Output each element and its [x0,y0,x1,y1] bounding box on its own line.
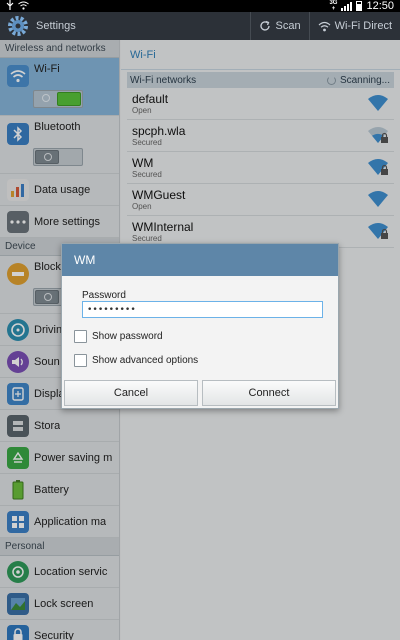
clock: 12:50 [366,0,394,12]
refresh-icon [260,20,271,31]
show-password-label: Show password [92,331,163,342]
status-bar: 3G + 12:50 [0,0,400,12]
wifi-status-icon [18,1,29,12]
dialog-title: WM [62,244,338,276]
wifi-direct-icon [318,21,330,31]
dialog-buttons: Cancel Connect [64,380,336,406]
show-advanced-checkbox[interactable] [74,354,87,367]
wifi-direct-label: Wi-Fi Direct [334,20,392,32]
scan-label: Scan [275,20,301,32]
password-label: Password [82,290,126,301]
password-field[interactable] [82,301,323,318]
usb-icon [6,0,14,12]
scan-button[interactable]: Scan [250,12,308,40]
action-bar: Settings Scan Wi-Fi Direct [0,12,400,40]
signal-strength-icon [341,1,353,11]
cancel-button[interactable]: Cancel [64,380,198,406]
show-password-row[interactable]: Show password [74,330,163,343]
connect-button[interactable]: Connect [202,380,336,406]
show-password-checkbox[interactable] [74,330,87,343]
app-title: Settings [36,20,76,32]
battery-status-icon [356,1,363,11]
show-advanced-label: Show advanced options [92,355,199,366]
show-advanced-row[interactable]: Show advanced options [74,354,198,367]
network-type-indicator: 3G + [329,0,338,12]
wifi-direct-button[interactable]: Wi-Fi Direct [308,12,400,40]
wifi-connect-dialog: WM Password Show password Show advanced … [61,243,339,409]
settings-gear-icon[interactable] [6,14,30,38]
